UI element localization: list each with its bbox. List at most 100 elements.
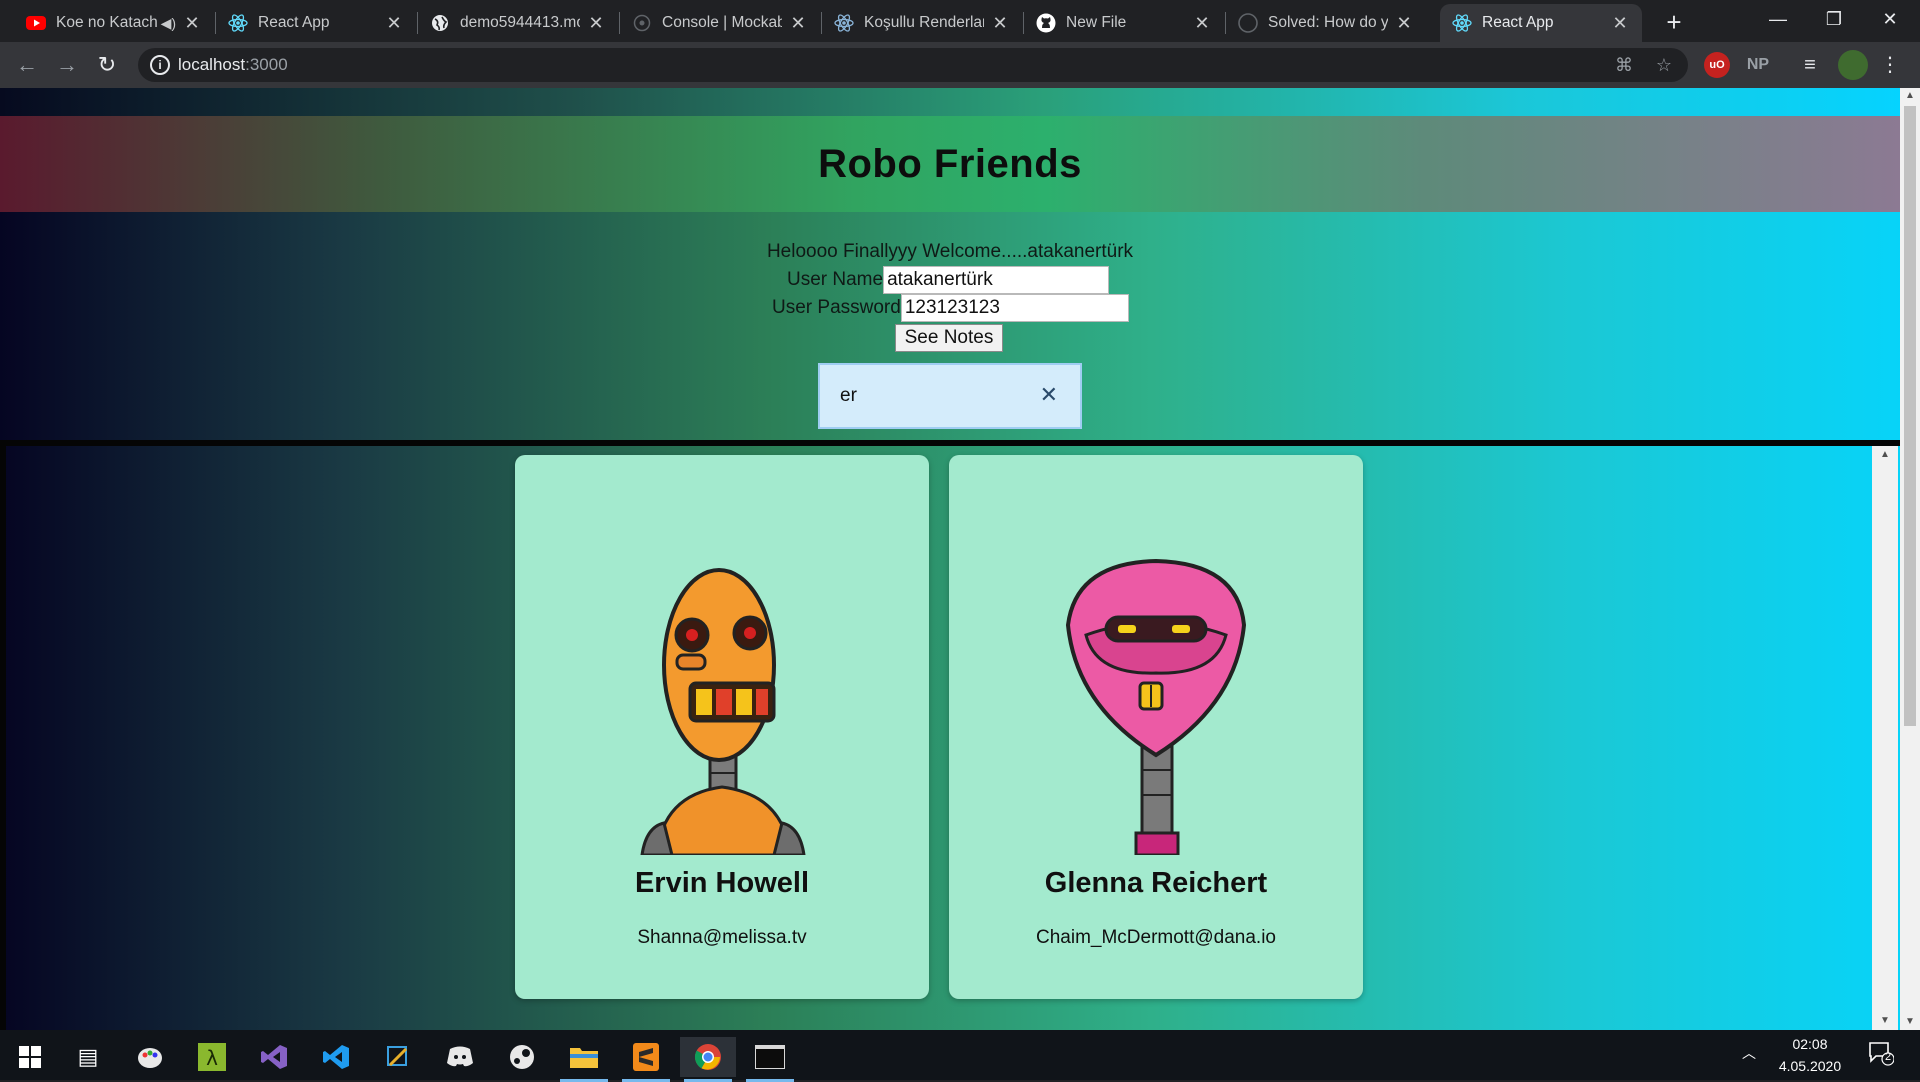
new-tab-button[interactable]: +: [1658, 7, 1690, 39]
page-scrollbar[interactable]: ▲ ▼: [1900, 88, 1920, 1030]
password-input[interactable]: [900, 294, 1129, 322]
username-input[interactable]: [883, 266, 1110, 294]
close-window-button[interactable]: ✕: [1862, 0, 1918, 40]
robot-name: Glenna Reichert: [1044, 867, 1268, 899]
tab-solved-how-do-you[interactable]: Solved: How do you ✕: [1226, 4, 1426, 42]
react-icon: [1452, 13, 1472, 33]
file-explorer-icon[interactable]: [556, 1037, 612, 1082]
notification-center-icon[interactable]: 2: [1868, 1040, 1895, 1071]
discord-icon[interactable]: [432, 1037, 488, 1077]
clock-date: 4.05.2020: [1778, 1058, 1842, 1074]
react-icon: [834, 13, 854, 33]
close-tab-icon[interactable]: ✕: [384, 13, 404, 34]
windows-taskbar: ▤ λ ︿ 02:08 4.05.2020 2: [0, 1030, 1920, 1082]
close-tab-icon[interactable]: ✕: [1394, 13, 1414, 34]
tab-kosullu-renderlama[interactable]: Koşullu Renderlama ✕: [822, 4, 1022, 42]
np-extension-icon[interactable]: NP: [1744, 52, 1772, 78]
robot-email: Chaim_McDermott@dana.io: [1036, 927, 1276, 948]
clear-search-icon[interactable]: ✕: [1040, 382, 1058, 408]
username-label: User Name: [787, 269, 884, 290]
tab-react-app[interactable]: React App ✕: [216, 4, 416, 42]
tab-demo-mockable[interactable]: demo5944413.mockable ✕: [418, 4, 618, 42]
close-tab-icon[interactable]: ✕: [1192, 13, 1212, 34]
tab-koe-no-katachi[interactable]: Koe no Katachi ◀) ✕: [14, 4, 214, 42]
close-tab-icon[interactable]: ✕: [586, 13, 606, 34]
scroll-up-arrow-icon[interactable]: ▲: [1900, 88, 1920, 104]
password-label: User Password: [772, 297, 901, 318]
bookmark-star-icon[interactable]: ☆: [1652, 53, 1676, 77]
scroll-up-arrow-icon[interactable]: ▲: [1872, 448, 1898, 462]
restore-button[interactable]: ❐: [1806, 0, 1862, 40]
top-strip: [0, 88, 1900, 116]
robot-card[interactable]: Glenna Reichert Chaim_McDermott@dana.io: [949, 455, 1363, 999]
scrollbar-thumb[interactable]: [1904, 106, 1916, 726]
url-port: :3000: [245, 55, 288, 74]
browser-toolbar: ← → ↻ i localhost:3000 ⌘ ☆ uO NP ≡ ⋮: [0, 42, 1920, 88]
visual-studio-icon[interactable]: [246, 1037, 302, 1077]
notification-count-badge: 2: [1884, 1051, 1892, 1063]
svg-text:λ: λ: [206, 1046, 218, 1070]
scroll-down-arrow-icon[interactable]: ▼: [1900, 1014, 1920, 1030]
avatar[interactable]: [1838, 50, 1868, 80]
youtube-icon: [26, 13, 46, 33]
windows-logo-icon: [19, 1046, 41, 1068]
inner-scrollbar[interactable]: ▲ ▼: [1872, 446, 1898, 1030]
back-button[interactable]: ←: [12, 50, 42, 80]
tab-title: React App: [1482, 14, 1554, 31]
start-button[interactable]: [2, 1037, 58, 1077]
github-icon: [1238, 13, 1258, 33]
search-input[interactable]: er: [840, 385, 857, 407]
tab-new-file[interactable]: New File ✕: [1024, 4, 1224, 42]
welcome-message: Heloooo Finallyyy Welcome.....atakanertü…: [766, 241, 1134, 262]
tab-title: Koe no Katachi: [56, 14, 157, 31]
taskbar-clock[interactable]: 02:08 4.05.2020: [1765, 1033, 1855, 1077]
close-tab-icon[interactable]: ✕: [788, 13, 808, 34]
tab-strip: Koe no Katachi ◀) ✕ React App ✕ demo5944…: [0, 0, 1920, 42]
password-row: User Password: [772, 294, 1129, 322]
tab-title: React App: [258, 14, 330, 31]
tab-console-mockable[interactable]: Console | Mockable ✕: [620, 4, 820, 42]
steam-icon[interactable]: [494, 1037, 550, 1077]
see-notes-button[interactable]: See Notes: [895, 324, 1003, 352]
search-box[interactable]: er ✕: [818, 363, 1082, 429]
vscode-icon[interactable]: [308, 1037, 364, 1077]
forward-button[interactable]: →: [52, 50, 82, 80]
tab-title: Koşullu Renderlama: [864, 14, 984, 31]
close-tab-icon[interactable]: ✕: [1610, 13, 1630, 34]
scroll-down-arrow-icon[interactable]: ▼: [1872, 1014, 1898, 1028]
translate-icon[interactable]: ⌘: [1612, 53, 1636, 77]
tab-react-app-active[interactable]: React App ✕: [1440, 4, 1642, 42]
tray-overflow-chevron-icon[interactable]: ︿: [1742, 1043, 1756, 1063]
robot-name: Ervin Howell: [634, 867, 810, 899]
close-tab-icon[interactable]: ✕: [990, 13, 1010, 34]
snipping-tool-icon[interactable]: [370, 1037, 426, 1077]
page-header: Robo Friends: [0, 116, 1900, 212]
ublock-icon[interactable]: uO: [1704, 52, 1730, 78]
url-host: localhost: [178, 55, 246, 74]
speaker-icon[interactable]: ◀): [161, 15, 176, 32]
url-text[interactable]: localhost:3000: [178, 55, 288, 75]
sublime-text-icon[interactable]: [618, 1037, 674, 1082]
minimize-button[interactable]: —: [1750, 0, 1806, 40]
github-icon: [1036, 13, 1056, 33]
page-title: Robo Friends: [818, 141, 1082, 186]
info-icon[interactable]: i: [150, 55, 170, 75]
lambda-app-icon[interactable]: λ: [184, 1037, 240, 1077]
task-view-icon[interactable]: ▤: [60, 1037, 116, 1077]
robot-card[interactable]: Ervin Howell Shanna@melissa.tv: [515, 455, 929, 999]
terminal-icon[interactable]: [742, 1037, 798, 1082]
username-row: User Name: [787, 266, 1110, 294]
media-controls-icon[interactable]: ≡: [1796, 52, 1824, 78]
address-bar[interactable]: i localhost:3000 ⌘ ☆: [138, 48, 1688, 82]
menu-kebab-icon[interactable]: ⋮: [1880, 52, 1900, 78]
tab-title: demo5944413.mockable: [460, 14, 580, 31]
orange-robot-avatar: [640, 568, 806, 855]
tab-title: Console | Mockable: [662, 14, 782, 31]
close-tab-icon[interactable]: ✕: [182, 13, 202, 34]
mockable-icon: [632, 13, 652, 33]
chrome-icon[interactable]: [680, 1037, 736, 1082]
paint-icon[interactable]: [122, 1037, 178, 1077]
react-icon: [228, 13, 248, 33]
reload-button[interactable]: ↻: [92, 50, 122, 80]
tab-title: New File: [1066, 14, 1127, 31]
